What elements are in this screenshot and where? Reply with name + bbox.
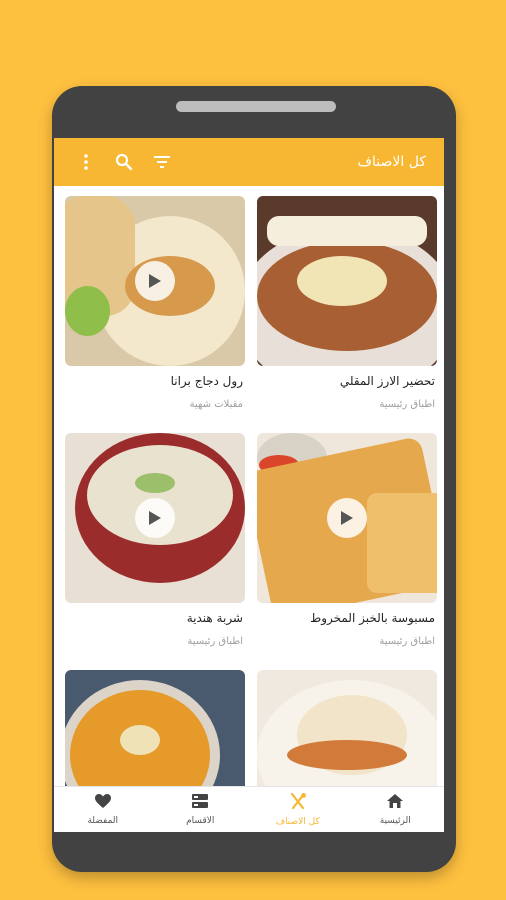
nav-label: كل الاصناف (275, 817, 320, 827)
categories-icon (191, 793, 209, 813)
nav-item-categories[interactable]: الاقسام (152, 787, 250, 832)
recipe-category: اطباق رئيسية (187, 636, 243, 647)
recipe-category: اطباق رئيسية (379, 399, 435, 410)
phone-speaker (176, 101, 336, 112)
recipe-card[interactable]: تحضير الارز المقلي اطباق رئيسية (257, 196, 437, 426)
play-icon[interactable] (135, 498, 175, 538)
recipe-image (257, 196, 437, 366)
recipe-image (65, 433, 245, 603)
play-icon[interactable] (327, 498, 367, 538)
recipe-category: مقبلات شهية (189, 399, 243, 410)
nav-item-home[interactable]: الرئيسية (347, 787, 445, 832)
heart-icon (94, 793, 112, 813)
phone-frame: كل الاصناف تحضير الارز المقلي اطباق رئيس… (52, 86, 456, 872)
app-bar: كل الاصناف (54, 138, 444, 186)
recipe-card[interactable]: رول دجاج برانا مقبلات شهية (65, 196, 245, 426)
bottom-navigation: الرئيسية كل الاصناف الاقسام المفضلة (54, 786, 444, 832)
filter-icon[interactable] (152, 152, 172, 172)
nav-label: المفضلة (87, 816, 119, 826)
nav-label: الاقسام (186, 816, 215, 826)
play-icon[interactable] (135, 261, 175, 301)
recipe-image (65, 196, 245, 366)
nav-item-favorites[interactable]: المفضلة (54, 787, 152, 832)
recipe-name: مسبوسة بالخبز المخروط (310, 611, 435, 625)
nav-item-all-dishes[interactable]: كل الاصناف (249, 787, 347, 832)
more-vert-icon[interactable] (76, 152, 96, 172)
recipe-card[interactable]: مسبوسة بالخبز المخروط اطباق رئيسية (257, 433, 437, 663)
recipe-card[interactable]: شربة هندية اطباق رئيسية (65, 433, 245, 663)
nav-label: الرئيسية (379, 816, 411, 826)
recipe-category: اطباق رئيسية (379, 636, 435, 647)
search-icon[interactable] (114, 152, 134, 172)
page-title: كل الاصناف (357, 154, 426, 170)
recipe-name: رول دجاج برانا (170, 374, 243, 388)
app-screen: كل الاصناف تحضير الارز المقلي اطباق رئيس… (54, 138, 444, 832)
cutlery-icon (289, 792, 307, 814)
recipe-name: شربة هندية (186, 611, 243, 625)
recipe-image (257, 433, 437, 603)
recipe-name: تحضير الارز المقلي (339, 374, 435, 388)
home-icon (386, 793, 404, 813)
app-bar-actions (76, 152, 172, 172)
